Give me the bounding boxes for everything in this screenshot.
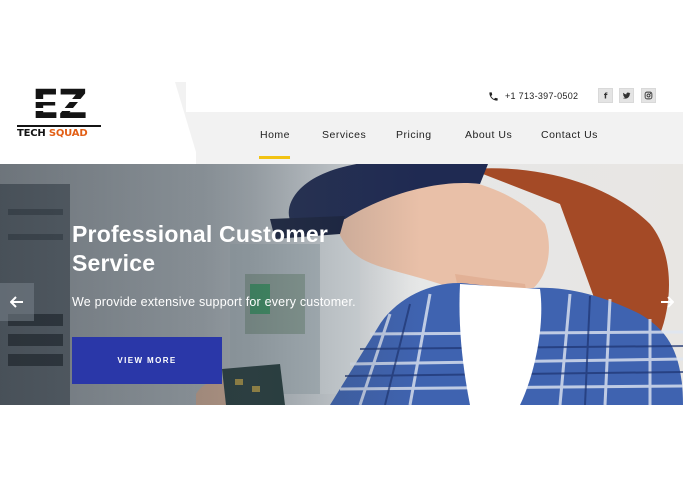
nav-contact-us[interactable]: Contact Us [541, 129, 598, 141]
hero-title: Professional Customer Service [72, 221, 328, 276]
phone-number: +1 713-397-0502 [505, 91, 579, 101]
nav-active-indicator [259, 156, 290, 159]
view-more-button[interactable]: VIEW MORE [72, 337, 222, 384]
header-phone[interactable]: +1 713-397-0502 [488, 89, 578, 103]
page: EZ TECH SQUAD +1 713-397-0502 f Home Ser… [0, 0, 683, 488]
logo-tagline: TECH SQUAD [17, 128, 88, 139]
hero-subtitle: We provide extensive support for every c… [72, 295, 356, 309]
nav-services[interactable]: Services [322, 129, 366, 141]
logo[interactable]: EZ TECH SQUAD [14, 82, 104, 144]
logo-underline [17, 125, 101, 127]
instagram-icon[interactable] [641, 88, 656, 103]
logo-mark: EZ [22, 82, 94, 128]
phone-icon [489, 91, 498, 101]
facebook-icon[interactable]: f [598, 88, 613, 103]
slider-prev-button[interactable] [0, 283, 34, 321]
svg-text:f: f [604, 91, 608, 100]
arrow-right-icon [661, 296, 674, 308]
nav-pricing[interactable]: Pricing [396, 129, 432, 141]
twitter-icon[interactable] [619, 88, 634, 103]
nav-home[interactable]: Home [260, 129, 290, 141]
nav-about-us[interactable]: About Us [465, 129, 512, 141]
slider-next-button[interactable] [650, 283, 683, 321]
arrow-left-icon [10, 296, 23, 308]
